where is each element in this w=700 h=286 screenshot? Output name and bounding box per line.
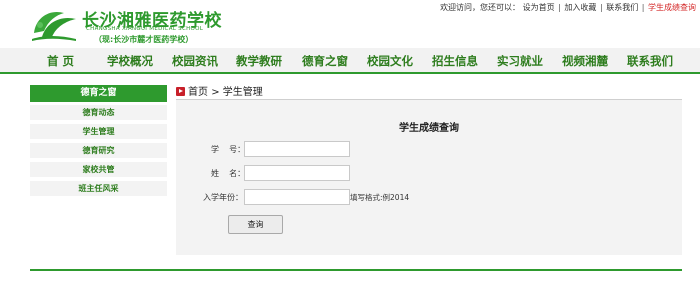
separator: | bbox=[558, 3, 561, 12]
sidebar-item-moral-research[interactable]: 德育研究 bbox=[30, 143, 167, 158]
score-query-link[interactable]: 学生成绩查询 bbox=[648, 3, 696, 12]
footer-divider bbox=[30, 269, 682, 271]
nav-about[interactable]: 学校概况 bbox=[107, 53, 153, 69]
form-title: 学生成绩查询 bbox=[399, 123, 459, 134]
score-query-panel: 学生成绩查询 学 号： 姓 名： 入学年份： 填写格式:例2014 查询 bbox=[176, 100, 682, 255]
sidebar-title: 德育之窗 bbox=[30, 85, 167, 102]
separator: | bbox=[599, 3, 603, 12]
breadcrumb-home[interactable]: 首页 bbox=[188, 87, 208, 98]
sidebar-item-moral-news[interactable]: 德育动态 bbox=[30, 105, 167, 120]
nav-moral[interactable]: 德育之窗 bbox=[302, 53, 348, 69]
nav-video[interactable]: 视频湘麓 bbox=[562, 53, 608, 69]
name-label: 姓 名： bbox=[211, 169, 246, 178]
site-header: 长沙湘雅医药学校 CHANGSHA XIANGUI MEDICAL SCHOOL… bbox=[0, 0, 700, 48]
breadcrumb: 首页 > 学生管理 bbox=[176, 83, 263, 99]
add-favorite-link[interactable]: 加入收藏 bbox=[564, 3, 596, 12]
name-input[interactable] bbox=[244, 165, 350, 181]
leaf-logo-icon bbox=[32, 11, 76, 41]
sidebar-item-teacher-style[interactable]: 班主任风采 bbox=[30, 181, 167, 196]
nav-admission[interactable]: 招生信息 bbox=[432, 53, 478, 69]
sidebar-item-home-school[interactable]: 家校共管 bbox=[30, 162, 167, 177]
enroll-year-input[interactable] bbox=[244, 189, 350, 205]
nav-culture[interactable]: 校园文化 bbox=[367, 53, 413, 69]
nav-contact[interactable]: 联系我们 bbox=[627, 53, 673, 69]
sidebar-item-student-mgmt[interactable]: 学生管理 bbox=[30, 124, 167, 139]
enroll-year-hint: 填写格式:例2014 bbox=[350, 193, 410, 202]
query-button[interactable]: 查询 bbox=[228, 215, 283, 234]
top-links: 欢迎访问，您还可以： 设为首页 | 加入收藏 | 联系我们 | 学生成绩查询 bbox=[440, 2, 696, 13]
nav-home[interactable]: 首 页 bbox=[47, 53, 74, 69]
nav-employment[interactable]: 实习就业 bbox=[497, 53, 543, 69]
contact-link[interactable]: 联系我们 bbox=[606, 3, 638, 12]
nav-news[interactable]: 校园资讯 bbox=[172, 53, 218, 69]
nav-teaching[interactable]: 教学教研 bbox=[236, 53, 282, 69]
arrow-right-icon bbox=[176, 87, 185, 96]
enroll-year-label: 入学年份： bbox=[203, 193, 243, 202]
breadcrumb-current: 学生管理 bbox=[222, 87, 263, 98]
set-homepage-link[interactable]: 设为首页 bbox=[523, 3, 555, 12]
breadcrumb-separator: > bbox=[211, 87, 220, 98]
student-id-input[interactable] bbox=[244, 141, 350, 157]
greeting-text: 欢迎访问，您还可以： bbox=[440, 3, 521, 12]
separator: | bbox=[641, 3, 645, 12]
school-logo[interactable]: 长沙湘雅医药学校 CHANGSHA XIANGUI MEDICAL SCHOOL… bbox=[30, 3, 230, 45]
student-id-label: 学 号： bbox=[211, 145, 246, 154]
main-nav: 首 页 学校概况 校园资讯 教学教研 德育之窗 校园文化 招生信息 实习就业 视… bbox=[0, 48, 700, 74]
logo-subtitle: （现:长沙市麓才医药学校） bbox=[94, 35, 194, 44]
logo-english-name: CHANGSHA XIANGUI MEDICAL SCHOOL bbox=[86, 26, 204, 32]
